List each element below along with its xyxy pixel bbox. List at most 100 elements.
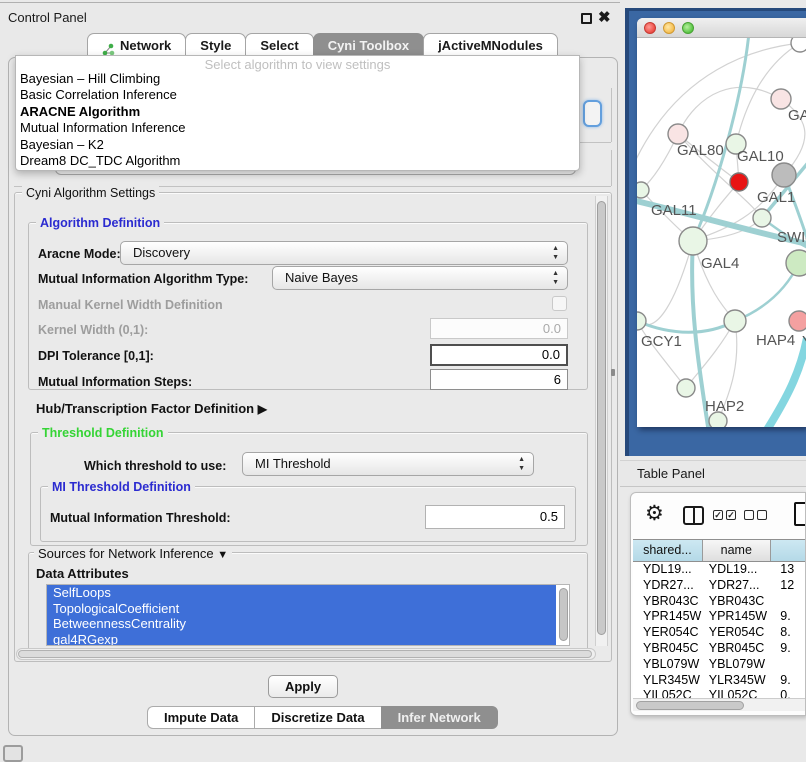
bottom-tabs: Impute Data Discretize Data Infer Networ… — [148, 706, 498, 729]
node-swi4[interactable] — [786, 250, 806, 276]
table-panel-title: Table Panel — [637, 466, 705, 481]
cell: YPR145W — [703, 609, 771, 625]
network-window-titlebar[interactable] — [637, 18, 806, 38]
which-threshold-value: MI Threshold — [255, 456, 331, 471]
table-row[interactable]: YDL19...YDL19...13 — [633, 562, 806, 578]
apply-button[interactable]: Apply — [268, 675, 338, 698]
tab-impute-data[interactable]: Impute Data — [147, 706, 255, 729]
zoom-traffic-light-icon[interactable] — [682, 22, 694, 34]
deselect-all-checkbox-icon[interactable] — [744, 510, 754, 520]
table-row[interactable]: YDR27...YDR27...12 — [633, 578, 806, 594]
data-attributes-list: SelfLoops TopologicalCoefficient Between… — [46, 584, 570, 646]
node-gal80[interactable] — [668, 124, 688, 144]
node-label: GAL — [788, 107, 806, 124]
network-window[interactable]: GAL GAL80 GAL10 GAL1 GAL11 SWI4 GAL4 GCY… — [637, 18, 806, 427]
attribute-item[interactable]: SelfLoops — [47, 585, 556, 601]
cell: 9. — [770, 609, 806, 625]
table-row[interactable]: YLR345WYLR345W9. — [633, 673, 806, 689]
minimize-traffic-light-icon[interactable] — [663, 22, 675, 34]
node-gal11[interactable] — [637, 182, 649, 198]
table-hscroll-track[interactable] — [633, 698, 806, 711]
cell: YBR043C — [633, 594, 703, 610]
cell: 8. — [770, 625, 806, 641]
tab-infer-network[interactable]: Infer Network — [381, 706, 498, 729]
pane-divider-handle[interactable] — [611, 369, 615, 376]
float-window-icon[interactable] — [581, 13, 592, 24]
column-header-name[interactable]: name — [703, 540, 771, 561]
column-header-shared[interactable]: shared... — [633, 540, 703, 561]
hidden-focused-combo-fragment[interactable] — [583, 100, 602, 127]
manual-kernel-checkbox[interactable] — [552, 296, 567, 311]
algorithm-option[interactable]: Bayesian – Hill Climbing — [16, 71, 579, 87]
split-columns-icon[interactable] — [683, 506, 704, 525]
cell: YBL079W — [703, 657, 771, 673]
node-label: GAL10 — [737, 148, 784, 165]
attribute-item[interactable]: gal4RGexp — [47, 632, 556, 647]
table-body: YDL19...YDL19...13 YDR27...YDR27...12 YB… — [633, 562, 806, 698]
node-gal4[interactable] — [679, 227, 707, 255]
tab-discretize-data[interactable]: Discretize Data — [254, 706, 381, 729]
mi-threshold-field[interactable]: 0.5 — [425, 505, 565, 529]
algorithm-option[interactable]: Bayesian – K2 — [16, 137, 579, 153]
gear-icon[interactable]: ⚙ — [645, 503, 664, 524]
settings-vscroll-thumb[interactable] — [597, 201, 606, 635]
node-label: HAP4 — [756, 332, 795, 349]
combo-arrows-icon: ▲▼ — [552, 269, 559, 287]
close-icon[interactable]: ✖ — [598, 8, 611, 26]
table-file-icon[interactable] — [794, 502, 806, 526]
table-hscroll-thumb[interactable] — [636, 701, 744, 710]
table-row[interactable]: YPR145WYPR145W9. — [633, 609, 806, 625]
node-hap4[interactable] — [724, 310, 746, 332]
attribute-item[interactable]: TopologicalCoefficient — [47, 601, 556, 617]
table-row[interactable]: YBL079WYBL079W — [633, 657, 806, 673]
node-hap2[interactable] — [677, 379, 695, 397]
mi-type-combo[interactable]: Naive Bayes ▲▼ — [272, 266, 568, 290]
attribute-item[interactable]: BetweennessCentrality — [47, 616, 556, 632]
cell: 0. — [770, 688, 806, 698]
algorithm-dropdown-popup: Select algorithm to view settings Bayesi… — [15, 55, 580, 171]
table-header-row: shared... name — [633, 539, 806, 562]
cell: YER054C — [633, 625, 703, 641]
mi-type-label: Mutual Information Algorithm Type: — [38, 272, 248, 286]
which-threshold-combo[interactable]: MI Threshold ▲▼ — [242, 452, 534, 476]
node-red-selected[interactable] — [730, 173, 748, 191]
mi-steps-field[interactable]: 6 — [430, 369, 568, 390]
algorithm-option[interactable]: Basic Correlation Inference — [16, 87, 579, 103]
cell: 9. — [770, 673, 806, 689]
table-row[interactable]: YIL052CYIL052C0. — [633, 688, 806, 698]
network-canvas[interactable]: GAL GAL80 GAL10 GAL1 GAL11 SWI4 GAL4 GCY… — [637, 38, 806, 427]
sources-toggle[interactable]: Sources for Network Inference ▼ — [34, 546, 232, 561]
hub-definition-toggle[interactable]: Hub/Transcription Factor Definition ▶ — [36, 401, 267, 416]
select-all-checkbox-icon[interactable]: ✓ — [713, 510, 723, 520]
algorithm-option[interactable]: Mutual Information Inference — [16, 120, 579, 136]
algorithm-option[interactable]: Dream8 DC_TDC Algorithm — [16, 153, 579, 169]
node-gal1[interactable] — [753, 209, 771, 227]
dpi-tolerance-field[interactable]: 0.0 — [430, 344, 568, 366]
settings-group-title: Cyni Algorithm Settings — [22, 186, 159, 200]
settings-hscroll-thumb[interactable] — [18, 650, 592, 658]
table-row[interactable]: YBR043CYBR043C — [633, 594, 806, 610]
node-table: shared... name YDL19...YDL19...13 YDR27.… — [633, 539, 806, 698]
node-label: GCY1 — [641, 333, 682, 350]
node-label: GAL4 — [701, 255, 739, 272]
column-header-partial[interactable] — [771, 540, 806, 561]
node-salmon[interactable] — [789, 311, 806, 331]
select-all-checkbox-icon[interactable]: ✓ — [726, 510, 736, 520]
minimized-panel-icon[interactable] — [3, 745, 23, 762]
list-scrollbar[interactable] — [559, 588, 568, 641]
close-traffic-light-icon[interactable] — [644, 22, 656, 34]
table-row[interactable]: YER054CYER054C8. — [633, 625, 806, 641]
algorithm-option-selected[interactable]: ARACNE Algorithm — [16, 104, 579, 120]
table-row[interactable]: YBR045CYBR045C9. — [633, 641, 806, 657]
deselect-all-checkbox-icon[interactable] — [757, 510, 767, 520]
node-gray[interactable] — [772, 163, 796, 187]
cell: YDL19... — [703, 562, 771, 578]
aracne-mode-combo[interactable]: Discovery ▲▼ — [120, 241, 568, 265]
node-pink[interactable] — [771, 89, 791, 109]
node-gcy1[interactable] — [637, 312, 646, 330]
mi-type-value: Naive Bayes — [285, 270, 358, 285]
panel-top-border — [0, 2, 620, 3]
cell: YDL19... — [633, 562, 703, 578]
kernel-width-field[interactable]: 0.0 — [430, 318, 568, 339]
node[interactable] — [791, 38, 806, 52]
